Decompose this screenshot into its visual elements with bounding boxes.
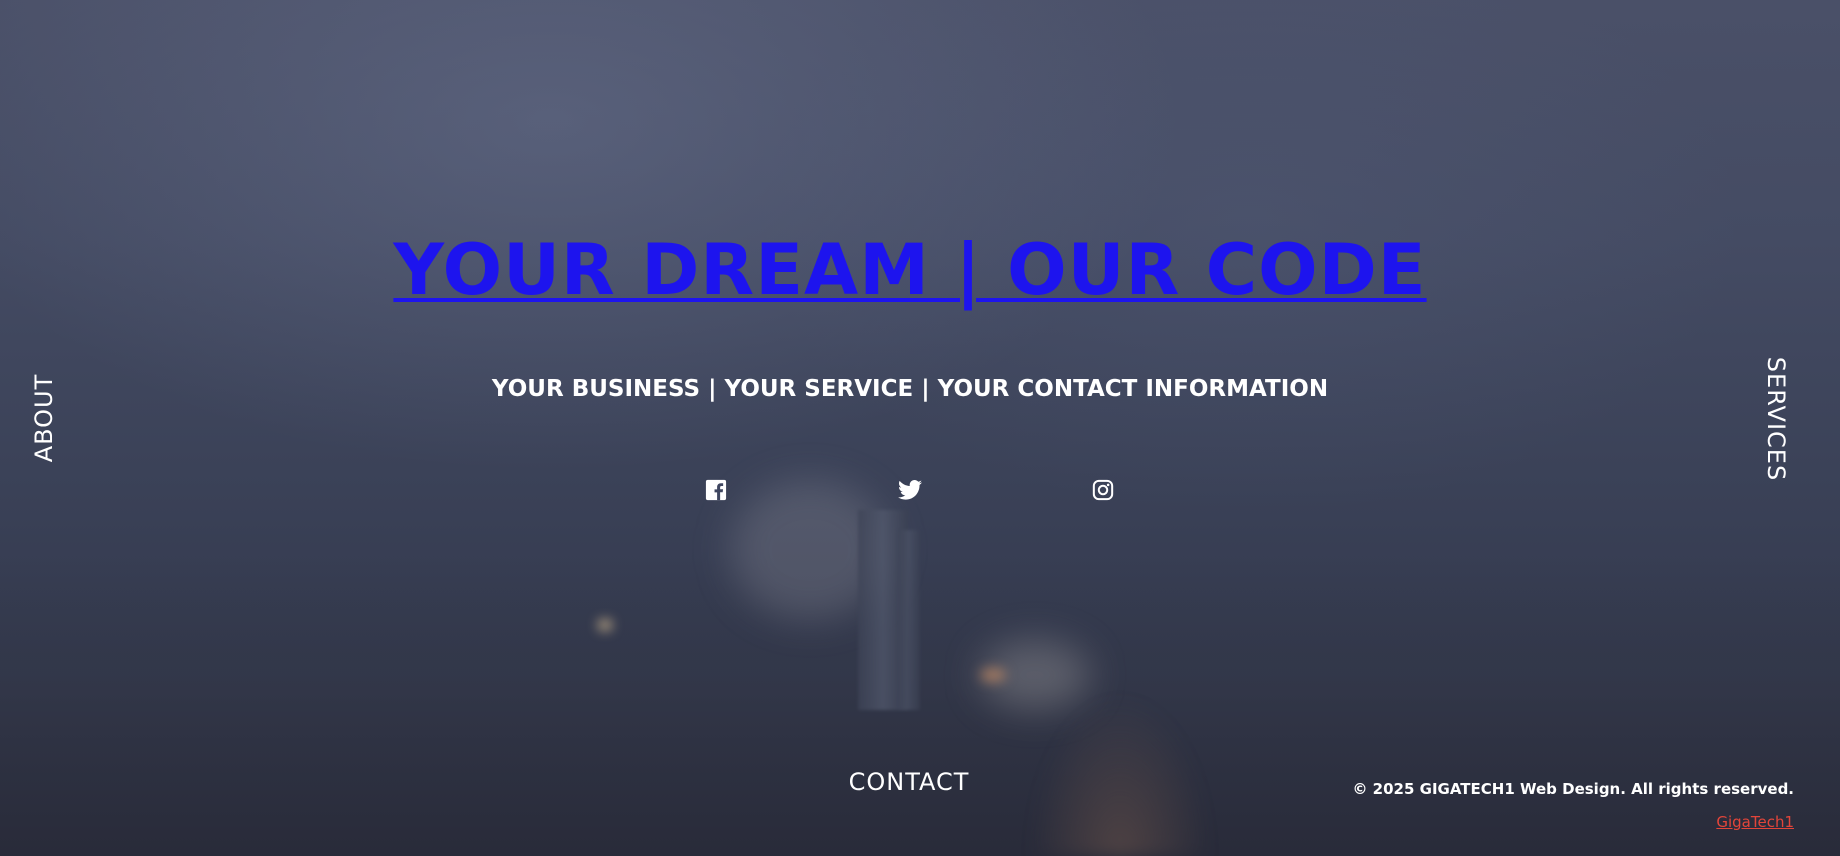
nav-contact-link[interactable]: CONTACT <box>849 768 970 796</box>
hero-title: YOUR DREAM | OUR CODE <box>0 226 1820 314</box>
hero-title-link[interactable]: YOUR DREAM | OUR CODE <box>393 229 1426 311</box>
light-glow <box>980 668 1006 682</box>
nav-services-link[interactable]: SERVICES <box>1762 357 1790 481</box>
launch-tower <box>898 530 920 710</box>
footer-copyright: © 2025 GIGATECH1 Web Design. All rights … <box>1352 780 1794 798</box>
instagram-link[interactable] <box>1089 476 1117 504</box>
footer-credit-link[interactable]: GigaTech1 <box>1716 813 1794 831</box>
social-links <box>0 476 1840 506</box>
hero-background: YOUR DREAM | OUR CODE YOUR BUSINESS | YO… <box>0 0 1840 856</box>
twitter-icon <box>898 480 922 500</box>
sand-path <box>1030 696 1210 856</box>
twitter-link[interactable] <box>896 476 924 504</box>
light-glow <box>598 620 612 630</box>
instagram-icon <box>1092 479 1114 501</box>
hero-subtitle: YOUR BUSINESS | YOUR SERVICE | YOUR CONT… <box>491 376 1329 402</box>
nav-about-link[interactable]: ABOUT <box>30 374 58 463</box>
facebook-link[interactable] <box>702 476 730 504</box>
fog-ground <box>0 556 1840 856</box>
facebook-icon <box>705 479 727 501</box>
